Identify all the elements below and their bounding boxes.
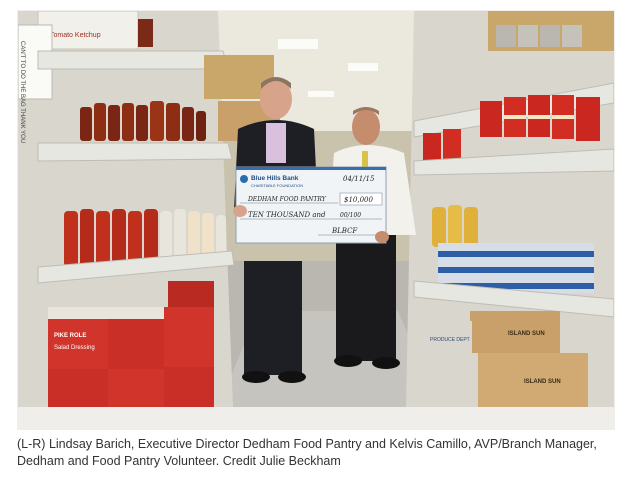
left-shelf-1 xyxy=(37,50,229,70)
photo: Tomato Ketchup CAN'T TO DO THE BAG THANK… xyxy=(18,11,614,407)
oil-bottles xyxy=(432,205,478,247)
bottle-row-top xyxy=(80,101,206,141)
salad-dressing-label: Salad Dressing xyxy=(54,345,95,351)
hand xyxy=(233,205,247,217)
check-signature: BLBCF xyxy=(331,227,358,235)
photo-caption: (L-R) Lindsay Barich, Executive Director… xyxy=(17,437,597,468)
check-cents: 00/100 xyxy=(340,212,361,219)
check-bank-subtitle: CHARITABLE FOUNDATION xyxy=(251,183,303,188)
sign-text: CAN'T TO DO THE BAG THANK YOU xyxy=(19,41,25,143)
hand xyxy=(375,231,389,243)
check-bank-name: Blue Hills Bank xyxy=(251,175,299,182)
ketchup-box xyxy=(37,11,139,50)
ceiling-light xyxy=(308,91,334,97)
left-shelf-2 xyxy=(37,142,233,162)
produce-label: PRODUCE DEPT xyxy=(430,337,470,343)
check-date: 04/11/15 xyxy=(343,175,375,183)
island-sun-label-1: ISLAND SUN xyxy=(508,331,545,337)
photo-illustration: Tomato Ketchup CAN'T TO DO THE BAG THANK… xyxy=(18,11,614,407)
brand-label: PIKE ROLE xyxy=(54,333,86,339)
big-check: Blue Hills Bank CHARITABLE FOUNDATION 04… xyxy=(235,166,387,244)
photo-frame: Tomato Ketchup CAN'T TO DO THE BAG THANK… xyxy=(17,10,615,430)
check-amount: $10,000 xyxy=(344,196,373,204)
ceiling-light xyxy=(348,63,378,71)
ketchup-box-label: Tomato Ketchup xyxy=(50,32,101,39)
jar xyxy=(138,19,153,47)
check-payee: DEDHAM FOOD PANTRY xyxy=(247,196,327,203)
bank-logo-icon xyxy=(240,175,248,183)
check-amount-words: TEN THOUSAND and xyxy=(248,211,326,219)
ceiling-light xyxy=(278,39,318,49)
island-sun-label-2: ISLAND SUN xyxy=(524,379,561,385)
